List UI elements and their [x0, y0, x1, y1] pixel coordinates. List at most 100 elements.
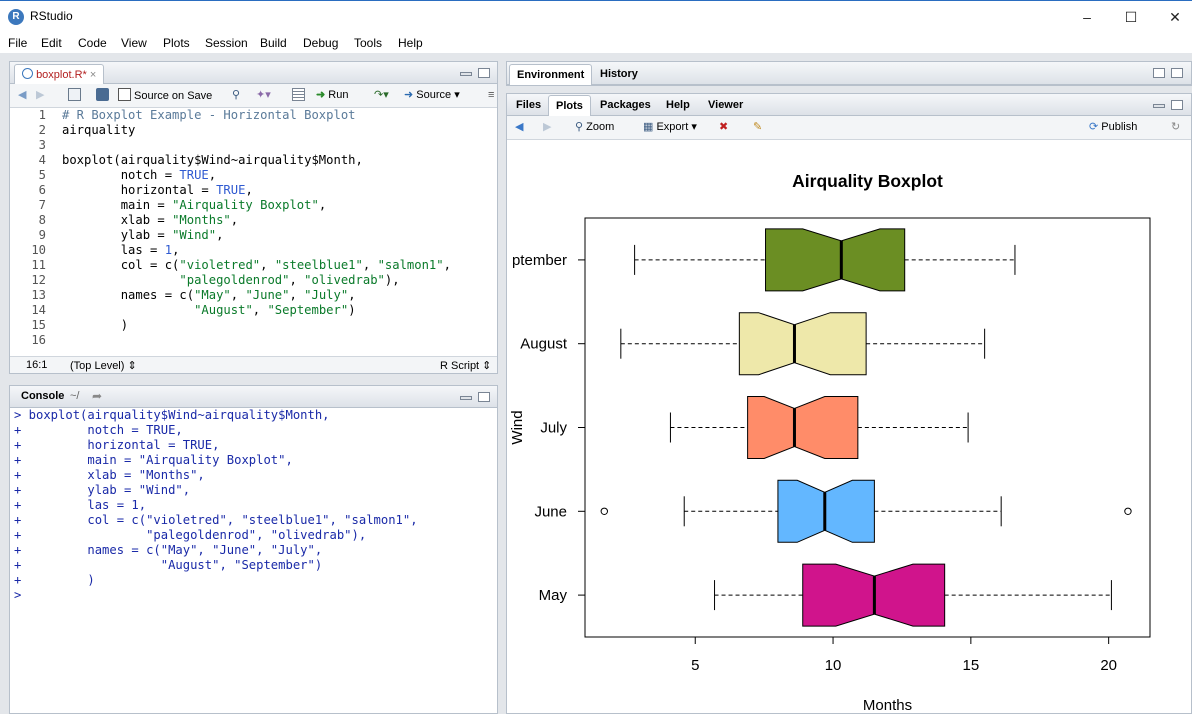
cursor-position: 16:1: [26, 359, 48, 371]
line-number: 1: [38, 108, 46, 122]
filetype-selector[interactable]: R Script ⇕: [440, 359, 491, 372]
env-restore-icon[interactable]: [1153, 68, 1165, 78]
save-icon[interactable]: [96, 88, 112, 103]
code-text: # R Boxplot Example - Horizontal Boxplot: [62, 108, 356, 122]
menu-code[interactable]: Code: [78, 36, 107, 50]
code-line: 9 ylab = "Wind",: [10, 228, 497, 243]
console-minimize-icon[interactable]: [460, 396, 472, 400]
run-button[interactable]: ➜ Run: [316, 88, 348, 102]
plots-pane: Files Plots Packages Help Viewer ◀ ▶ ⚲ Z…: [506, 93, 1192, 714]
publish-button[interactable]: ⟳ Publish: [1089, 120, 1137, 134]
tab-close-icon[interactable]: ×: [90, 69, 96, 81]
box-august: [738, 312, 867, 376]
tab-files[interactable]: Files: [509, 95, 548, 115]
zoom-button[interactable]: ⚲ Zoom: [575, 120, 614, 134]
code-text: names = c("May", "June", "July",: [62, 288, 356, 302]
source-icon: ➜: [404, 89, 414, 101]
back-arrow-icon[interactable]: ◀: [18, 88, 26, 102]
menu-help[interactable]: Help: [398, 36, 423, 50]
chevron-down-icon: ▾: [454, 89, 460, 101]
tab-help[interactable]: Help: [659, 95, 697, 115]
code-text: horizontal = TRUE,: [62, 183, 253, 197]
y-tick-label: May: [539, 587, 568, 604]
run-icon: ➜: [316, 89, 326, 101]
refresh-icon[interactable]: ↻: [1171, 120, 1180, 134]
menu-plots[interactable]: Plots: [163, 36, 190, 50]
editor-statusbar: 16:1 (Top Level) ⇕ R Script ⇕: [10, 356, 497, 373]
outline-icon[interactable]: [292, 88, 308, 103]
code-text: boxplot(airquality$Wind~airquality$Month…: [62, 153, 363, 167]
line-number: 5: [38, 168, 46, 182]
environment-pane: Environment History: [506, 61, 1192, 86]
menu-tools[interactable]: Tools: [354, 36, 382, 50]
forward-arrow-icon[interactable]: ▶: [36, 88, 44, 102]
rerun-icon[interactable]: ↷▾: [374, 88, 389, 102]
code-line: 12 "palegoldenrod", "olivedrab"),: [10, 273, 497, 288]
menu-edit[interactable]: Edit: [41, 36, 62, 50]
plot-area: Airquality Boxplot 5 10 15 20 Months Wind May Ju…: [507, 140, 1191, 713]
tab-history[interactable]: History: [593, 64, 645, 84]
console-line: >: [14, 588, 29, 602]
menu-build[interactable]: Build: [260, 36, 287, 50]
scope-selector[interactable]: (Top Level) ⇕: [70, 359, 137, 372]
export-chevron-icon: ▾: [691, 121, 697, 133]
console-line: + ): [14, 573, 95, 587]
tab-packages[interactable]: Packages: [593, 95, 658, 115]
source-on-save-checkbox[interactable]: Source on Save: [118, 88, 212, 103]
env-maximize-icon[interactable]: [1171, 68, 1183, 78]
magic-wand-icon[interactable]: ✦▾: [256, 88, 271, 102]
plots-toolbar: ◀ ▶ ⚲ Zoom ▦ Export ▾ ✖ ✎ ⟳ Publish ↻: [507, 116, 1191, 140]
code-text: "palegoldenrod", "olivedrab"),: [179, 273, 400, 287]
tab-boxplot-r[interactable]: boxplot.R* ×: [14, 64, 105, 85]
boxplot-chart: Airquality Boxplot 5 10 15 20 Months Wind May Ju…: [509, 171, 1151, 713]
maximize-icon[interactable]: ☐: [1108, 5, 1154, 29]
code-line: 2 airquality: [10, 123, 497, 138]
console-line: + main = "Airquality Boxplot",: [14, 453, 293, 467]
close-icon[interactable]: ✕: [1152, 5, 1192, 29]
rstudio-logo-icon: R: [8, 9, 24, 25]
code-editor[interactable]: 1 # R Boxplot Example - Horizontal Boxplo…: [10, 108, 497, 356]
next-plot-icon[interactable]: ▶: [543, 120, 551, 134]
r-file-icon: [22, 68, 33, 79]
show-in-window-icon[interactable]: [68, 88, 84, 103]
code-text: col = c("violetred", "steelblue1", "salm…: [62, 258, 451, 272]
console-line: + xlab = "Months",: [14, 468, 205, 482]
clear-plots-broom-icon[interactable]: ✎: [753, 120, 762, 134]
line-number: 16: [31, 333, 46, 347]
y-tick-label: June: [534, 503, 567, 520]
console-pane: Console ~/ ➦ > boxplot(airquality$Wind~a…: [9, 385, 498, 714]
code-text: ): [62, 318, 129, 332]
menu-lines-icon[interactable]: ≡: [488, 88, 494, 102]
box-september: [765, 228, 906, 292]
tab-environment[interactable]: Environment: [509, 64, 593, 85]
menu-view[interactable]: View: [121, 36, 147, 50]
pane-maximize-icon[interactable]: [478, 68, 490, 78]
menu-debug[interactable]: Debug: [303, 36, 338, 50]
menu-session[interactable]: Session: [205, 36, 248, 50]
code-line: 8 xlab = "Months",: [10, 213, 497, 228]
source-button[interactable]: ➜ Source ▾: [404, 88, 460, 102]
console-maximize-icon[interactable]: [478, 392, 490, 402]
console-line: + "August", "September"): [14, 558, 323, 572]
pane-minimize-icon[interactable]: [460, 72, 472, 76]
console-output[interactable]: > boxplot(airquality$Wind~airquality$Mon…: [10, 408, 497, 713]
code-line: 10 las = 1,: [10, 243, 497, 258]
line-number: 3: [38, 138, 46, 152]
tab-viewer[interactable]: Viewer: [701, 95, 750, 115]
line-number: 2: [38, 123, 46, 137]
plots-minimize-icon[interactable]: [1153, 104, 1165, 108]
menu-file[interactable]: File: [8, 36, 27, 50]
export-button[interactable]: ▦ Export ▾: [643, 120, 697, 134]
console-title[interactable]: Console: [21, 390, 64, 402]
line-number: 4: [38, 153, 46, 167]
minimize-icon[interactable]: –: [1064, 5, 1110, 29]
plots-maximize-icon[interactable]: [1171, 100, 1183, 110]
line-number: 15: [31, 318, 46, 332]
tab-plots[interactable]: Plots: [548, 95, 591, 116]
previous-plot-icon[interactable]: ◀: [515, 120, 523, 134]
remove-plot-icon[interactable]: ✖: [719, 120, 728, 134]
go-to-directory-icon[interactable]: ➦: [92, 389, 102, 403]
search-icon[interactable]: ⚲: [232, 88, 240, 102]
